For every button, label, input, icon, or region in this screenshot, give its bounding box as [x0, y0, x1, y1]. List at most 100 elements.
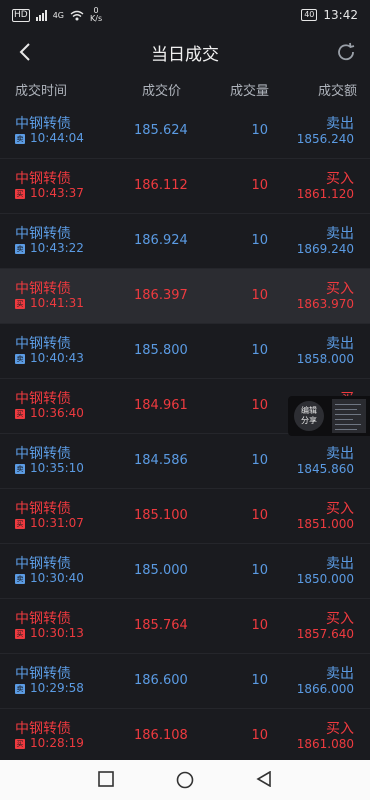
trade-row[interactable]: 中钢转债卖 10:30:40 185.000 10 卖出 1850.000 [0, 544, 370, 599]
trade-amount: 1869.240 [296, 242, 354, 256]
trade-row[interactable]: 中钢转债买 10:30:13 185.764 10 买入 1857.640 [0, 599, 370, 654]
trade-amount: 1861.120 [296, 187, 354, 201]
nav-back-button[interactable] [256, 771, 272, 787]
bond-name: 中钢转债 [15, 171, 71, 187]
trade-price: 185.000 [134, 563, 188, 578]
trade-time: 10:43:22 [30, 241, 84, 255]
speed-unit: K/s [90, 14, 103, 23]
side-badge: 卖 [15, 134, 25, 144]
trade-volume: 10 [251, 178, 268, 193]
bond-name: 中钢转债 [15, 391, 71, 407]
trade-time: 10:41:31 [30, 296, 84, 310]
trade-side: 卖出 [326, 226, 354, 242]
trade-side: 买入 [326, 611, 354, 627]
column-header: 成交时间 成交价 成交量 成交额 [0, 76, 370, 102]
trade-row[interactable]: 中钢转债卖 10:35:10 184.586 10 卖出 1845.860 [0, 434, 370, 489]
trade-amount: 1845.860 [296, 462, 354, 476]
edit-share-button[interactable]: 编辑分享 [294, 401, 324, 431]
wifi-icon [70, 10, 84, 20]
trade-price: 186.600 [134, 673, 188, 688]
trade-volume: 10 [251, 233, 268, 248]
trade-price: 186.108 [134, 728, 188, 743]
floating-share-widget[interactable]: 编辑分享 [288, 396, 370, 436]
back-icon[interactable] [14, 40, 38, 64]
side-badge: 卖 [15, 574, 25, 584]
trade-row[interactable]: 中钢转债卖 10:29:58 186.600 10 卖出 1866.000 [0, 654, 370, 709]
side-badge: 卖 [15, 244, 25, 254]
trade-volume: 10 [251, 618, 268, 633]
network-speed: 0 K/s [90, 7, 102, 23]
edit-share-label: 编辑分享 [301, 406, 317, 425]
refresh-icon[interactable] [334, 40, 358, 64]
trade-price: 186.397 [134, 288, 188, 303]
bond-name: 中钢转债 [15, 281, 71, 297]
side-badge: 买 [15, 629, 25, 639]
bond-name: 中钢转债 [15, 666, 71, 682]
side-badge: 买 [15, 189, 25, 199]
bond-name: 中钢转债 [15, 611, 71, 627]
bond-name: 中钢转债 [15, 446, 71, 462]
trade-time: 10:30:13 [30, 626, 84, 640]
system-nav-bar [0, 760, 370, 800]
home-button[interactable] [176, 771, 194, 789]
trade-side: 卖出 [326, 116, 354, 132]
clock: 13:42 [323, 8, 358, 22]
trade-amount: 1850.000 [296, 572, 354, 586]
trade-row[interactable]: 中钢转债买 10:31:07 185.100 10 买入 1851.000 [0, 489, 370, 544]
trade-price: 186.924 [134, 233, 188, 248]
side-badge: 卖 [15, 354, 25, 364]
trade-time: 10:28:19 [30, 736, 84, 750]
trade-side: 卖出 [326, 666, 354, 682]
trade-side: 买入 [326, 721, 354, 737]
trade-side: 买入 [326, 501, 354, 517]
recent-apps-button[interactable] [98, 771, 114, 787]
trade-price: 184.961 [134, 398, 188, 413]
trade-row[interactable]: 中钢转债卖 10:43:22 186.924 10 卖出 1869.240 [0, 214, 370, 269]
trade-price: 186.112 [134, 178, 188, 193]
trade-volume: 10 [251, 508, 268, 523]
side-badge: 买 [15, 409, 25, 419]
side-badge: 卖 [15, 684, 25, 694]
col-volume: 成交量 [230, 84, 270, 99]
trade-volume: 10 [251, 343, 268, 358]
trade-row[interactable]: 中钢转债卖 10:44:04 185.624 10 卖出 1856.240 [0, 104, 370, 159]
bond-name: 中钢转债 [15, 116, 71, 132]
trade-amount: 1861.080 [296, 737, 354, 751]
trade-amount: 1866.000 [296, 682, 354, 696]
status-left: HD 4G 0 K/s [12, 7, 102, 23]
trade-price: 184.586 [134, 453, 188, 468]
trade-time: 10:30:40 [30, 571, 84, 585]
trade-side: 卖出 [326, 336, 354, 352]
trade-volume: 10 [251, 673, 268, 688]
side-badge: 买 [15, 299, 25, 309]
bond-name: 中钢转债 [15, 336, 71, 352]
trade-side: 卖出 [326, 446, 354, 462]
battery-icon: 40 [301, 9, 318, 21]
bond-name: 中钢转债 [15, 721, 71, 737]
trade-volume: 10 [251, 398, 268, 413]
trade-price: 185.800 [134, 343, 188, 358]
screenshot-thumbnail[interactable] [332, 399, 366, 433]
trade-side: 买入 [326, 171, 354, 187]
network-type: 4G [52, 10, 64, 20]
trade-volume: 10 [251, 563, 268, 578]
trade-row[interactable]: 中钢转债卖 10:40:43 185.800 10 卖出 1858.000 [0, 324, 370, 379]
trade-price: 185.764 [134, 618, 188, 633]
trade-price: 185.624 [134, 123, 188, 138]
trade-row[interactable]: 中钢转债买 10:43:37 186.112 10 买入 1861.120 [0, 159, 370, 214]
bond-name: 中钢转债 [15, 226, 71, 242]
app-header: 当日成交 [0, 30, 370, 74]
side-badge: 买 [15, 739, 25, 749]
trade-volume: 10 [251, 288, 268, 303]
trade-time: 10:35:10 [30, 461, 84, 475]
page-title: 当日成交 [151, 44, 219, 65]
trade-amount: 1857.640 [296, 627, 354, 641]
side-badge: 卖 [15, 464, 25, 474]
col-amount: 成交额 [318, 84, 358, 99]
bond-name: 中钢转债 [15, 556, 71, 572]
trade-side: 卖出 [326, 556, 354, 572]
trade-amount: 1856.240 [296, 132, 354, 146]
trade-volume: 10 [251, 728, 268, 743]
trade-row[interactable]: 中钢转债买 10:28:19 186.108 10 买入 1861.080 [0, 709, 370, 764]
trade-row[interactable]: 中钢转债买 10:41:31 186.397 10 买入 1863.970 [0, 269, 370, 324]
